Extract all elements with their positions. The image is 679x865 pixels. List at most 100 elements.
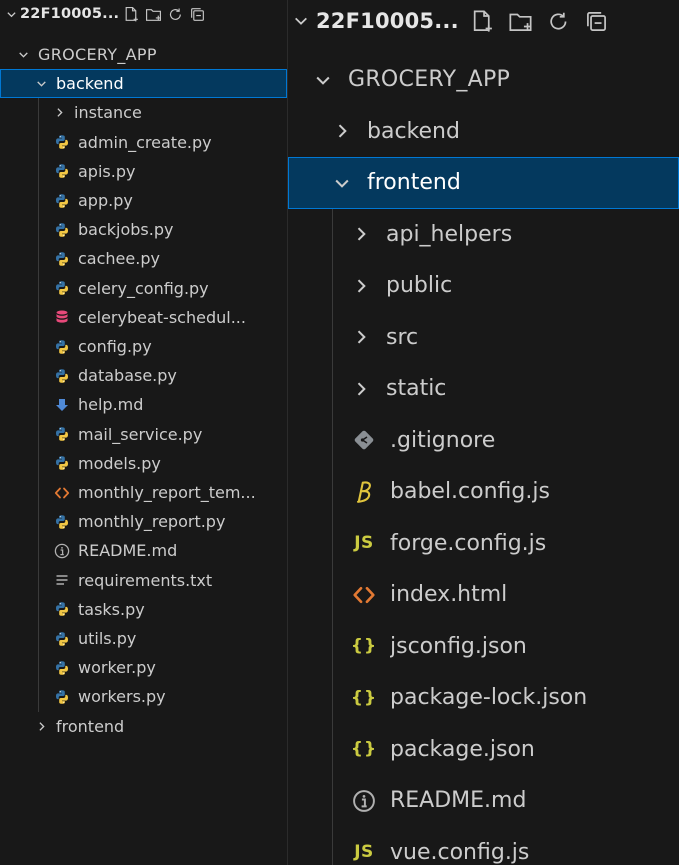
- info-icon: [54, 543, 70, 559]
- file-babel-config-js[interactable]: babel.config.js: [288, 466, 679, 518]
- file-mail-service-py[interactable]: mail_service.py: [0, 419, 287, 449]
- refresh-button[interactable]: [545, 7, 573, 35]
- file-readme-md[interactable]: README.md: [0, 536, 287, 566]
- indent-guide: [38, 361, 39, 391]
- javascript-icon: JS: [354, 533, 374, 554]
- text-file-icon: [54, 572, 70, 588]
- file-forge-config-js[interactable]: JS forge.config.js: [288, 517, 679, 569]
- folder-frontend[interactable]: frontend: [0, 712, 287, 741]
- file-models-py[interactable]: models.py: [0, 448, 287, 478]
- indent-guide: [38, 302, 39, 332]
- file-utils-py[interactable]: utils.py: [0, 624, 287, 654]
- file-apis-py[interactable]: apis.py: [0, 156, 287, 186]
- indent-guide: [38, 215, 39, 245]
- file-index-html[interactable]: index.html: [288, 569, 679, 621]
- new-folder-button[interactable]: [144, 5, 163, 24]
- file-cachee-py[interactable]: cachee.py: [0, 244, 287, 274]
- folder-api-helpers[interactable]: api_helpers: [288, 208, 679, 260]
- git-icon: [352, 428, 376, 452]
- file-label: index.html: [390, 582, 508, 608]
- python-icon: [54, 251, 70, 267]
- explorer-actions: [459, 7, 611, 35]
- html-icon: [54, 485, 70, 501]
- chevron-down-icon: [331, 172, 353, 194]
- file-worker-py[interactable]: worker.py: [0, 653, 287, 683]
- folder-label: src: [386, 324, 419, 350]
- file-help-md[interactable]: help.md: [0, 390, 287, 420]
- file-package-json[interactable]: {} package.json: [288, 723, 679, 775]
- folder-backend[interactable]: backend: [0, 69, 287, 99]
- explorer-panel-left: 22F10005... GROCERY_APP backend instance ad…: [0, 0, 288, 865]
- collapse-all-button[interactable]: [583, 7, 611, 35]
- folder-static[interactable]: static: [288, 363, 679, 415]
- folder-grocery-app[interactable]: GROCERY_APP: [288, 54, 679, 106]
- file-monthly-report-tem[interactable]: monthly_report_tem...: [0, 478, 287, 508]
- file-label: jsconfig.json: [390, 633, 527, 659]
- collapse-all-button[interactable]: [188, 5, 207, 24]
- collapse-all-icon: [191, 7, 205, 21]
- file-admin-create-py[interactable]: admin_create.py: [0, 127, 287, 157]
- new-folder-button[interactable]: [507, 7, 535, 35]
- folder-src[interactable]: src: [288, 311, 679, 363]
- file-workers-py[interactable]: workers.py: [0, 682, 287, 712]
- folder-label: api_helpers: [386, 221, 513, 247]
- indent-guide: [38, 244, 39, 274]
- refresh-button[interactable]: [166, 5, 185, 24]
- refresh-icon: [170, 8, 182, 20]
- html-icon: [352, 583, 376, 607]
- explorer-actions: [119, 5, 207, 24]
- explorer-header: 22F10005...: [0, 0, 287, 28]
- file-label: README.md: [390, 788, 527, 814]
- new-file-button[interactable]: [122, 5, 141, 24]
- chevron-right-icon: [350, 326, 372, 348]
- new-folder-icon: [509, 13, 532, 31]
- indent-guide: [38, 332, 39, 362]
- file-config-py[interactable]: config.py: [0, 332, 287, 362]
- file-package-lock-json[interactable]: {} package-lock.json: [288, 672, 679, 724]
- info-icon: [352, 789, 376, 813]
- python-icon: [54, 339, 70, 355]
- indent-guide: [332, 569, 333, 621]
- file-monthly-report-py[interactable]: monthly_report.py: [0, 507, 287, 537]
- file-backjobs-py[interactable]: backjobs.py: [0, 215, 287, 245]
- file-label: babel.config.js: [390, 479, 550, 505]
- indent-guide: [38, 594, 39, 624]
- python-icon: [54, 689, 70, 705]
- indent-guide: [332, 775, 333, 827]
- folder-instance[interactable]: instance: [0, 98, 287, 128]
- indent-guide: [332, 208, 333, 260]
- workspace-title[interactable]: 22F10005...: [20, 6, 119, 22]
- file-label: .gitignore: [390, 427, 496, 453]
- file-label: celerybeat-schedul...: [78, 307, 246, 327]
- indent-guide: [38, 156, 39, 186]
- file-tasks-py[interactable]: tasks.py: [0, 594, 287, 624]
- file-gitignore[interactable]: .gitignore: [288, 414, 679, 466]
- chevron-right-icon: [331, 120, 353, 142]
- babel-icon: [352, 480, 376, 504]
- folder-label: public: [386, 273, 453, 299]
- file-readme-md[interactable]: README.md: [288, 775, 679, 827]
- file-app-py[interactable]: app.py: [0, 186, 287, 216]
- chevron-down-icon[interactable]: [292, 12, 310, 30]
- python-icon: [54, 368, 70, 384]
- file-celerybeat-schedul[interactable]: celerybeat-schedul...: [0, 302, 287, 332]
- folder-grocery-app[interactable]: GROCERY_APP: [0, 40, 287, 69]
- file-label: utils.py: [78, 629, 137, 649]
- chevron-down-icon[interactable]: [4, 7, 18, 21]
- workspace-title[interactable]: 22F10005...: [316, 9, 459, 33]
- file-database-py[interactable]: database.py: [0, 361, 287, 391]
- new-file-button[interactable]: [469, 7, 497, 35]
- file-label: package.json: [390, 736, 535, 762]
- folder-label: GROCERY_APP: [348, 67, 511, 93]
- file-celery-config-py[interactable]: celery_config.py: [0, 273, 287, 303]
- folder-public[interactable]: public: [288, 260, 679, 312]
- file-requirements-txt[interactable]: requirements.txt: [0, 565, 287, 595]
- indent-guide: [332, 363, 333, 415]
- folder-frontend[interactable]: frontend: [288, 157, 679, 209]
- file-vue-config-js[interactable]: JS vue.config.js: [288, 826, 679, 865]
- folder-backend[interactable]: backend: [288, 106, 679, 158]
- collapse-all-icon: [587, 11, 607, 31]
- file-jsconfig-json[interactable]: {} jsconfig.json: [288, 620, 679, 672]
- indent-guide: [38, 624, 39, 654]
- python-icon: [54, 163, 70, 179]
